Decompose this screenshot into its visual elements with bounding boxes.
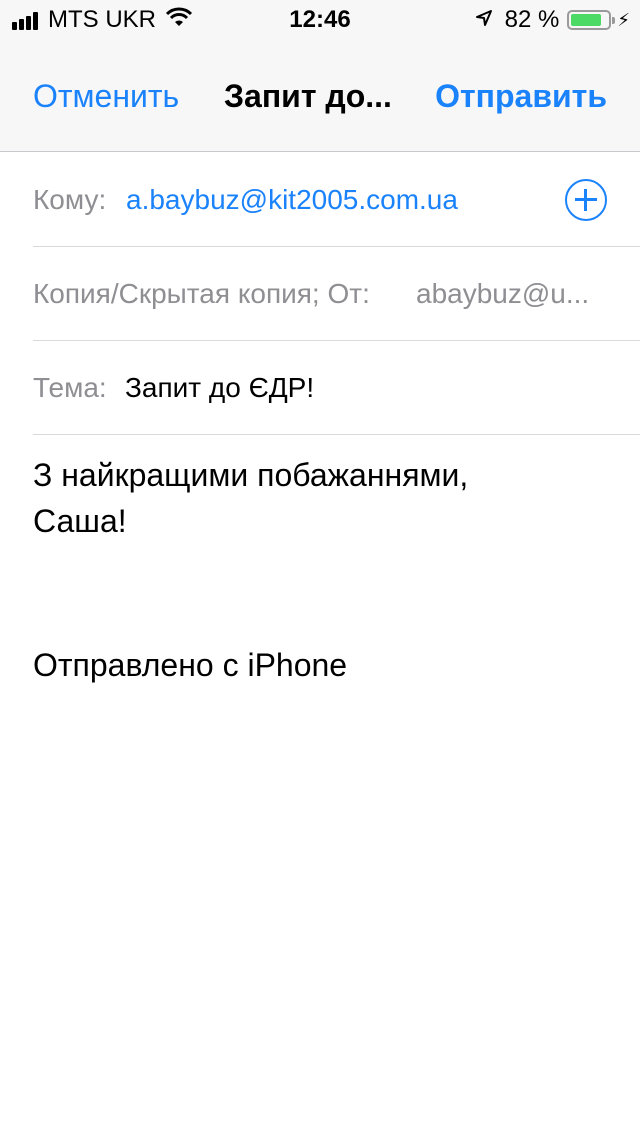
status-right: 82 % ⚡	[475, 6, 630, 34]
charging-bolt-icon: ⚡	[617, 9, 630, 30]
compose-title: Запит до...	[224, 78, 392, 114]
subject-input[interactable]: Запит до ЄДР!	[125, 372, 314, 404]
battery-percent: 82 %	[504, 6, 560, 33]
to-recipient[interactable]: a.baybuz@kit2005.com.ua	[126, 184, 458, 216]
subject-label: Тема:	[33, 372, 107, 403]
subject-field[interactable]: Тема: Запит до ЄДР!	[33, 341, 640, 435]
cc-bcc-from-label: Копия/Скрытая копия; От:	[33, 278, 370, 309]
cancel-button[interactable]: Отменить	[33, 78, 179, 115]
battery-fill	[571, 14, 601, 26]
message-body[interactable]: З найкращими побажаннями, Саша!	[33, 452, 603, 544]
to-label: Кому:	[33, 184, 107, 215]
add-recipient-button[interactable]	[565, 179, 607, 221]
battery-icon	[567, 10, 616, 30]
status-bar: MTS UKR 12:46 82 % ⚡	[0, 0, 640, 40]
send-button[interactable]: Отправить	[435, 78, 607, 115]
from-address[interactable]: abaybuz@u...	[416, 278, 589, 310]
compose-nav-bar: Отменить Запит до... Отправить	[0, 40, 640, 152]
location-arrow-icon	[475, 6, 493, 34]
body-line: Саша!	[33, 503, 127, 539]
cc-bcc-from-field[interactable]: Копия/Скрытая копия; От: abaybuz@u...	[33, 247, 640, 341]
to-field[interactable]: Кому: a.baybuz@kit2005.com.ua	[33, 153, 640, 247]
body-line: З найкращими побажаннями,	[33, 457, 469, 493]
signature-text: Отправлено с iPhone	[33, 647, 348, 683]
